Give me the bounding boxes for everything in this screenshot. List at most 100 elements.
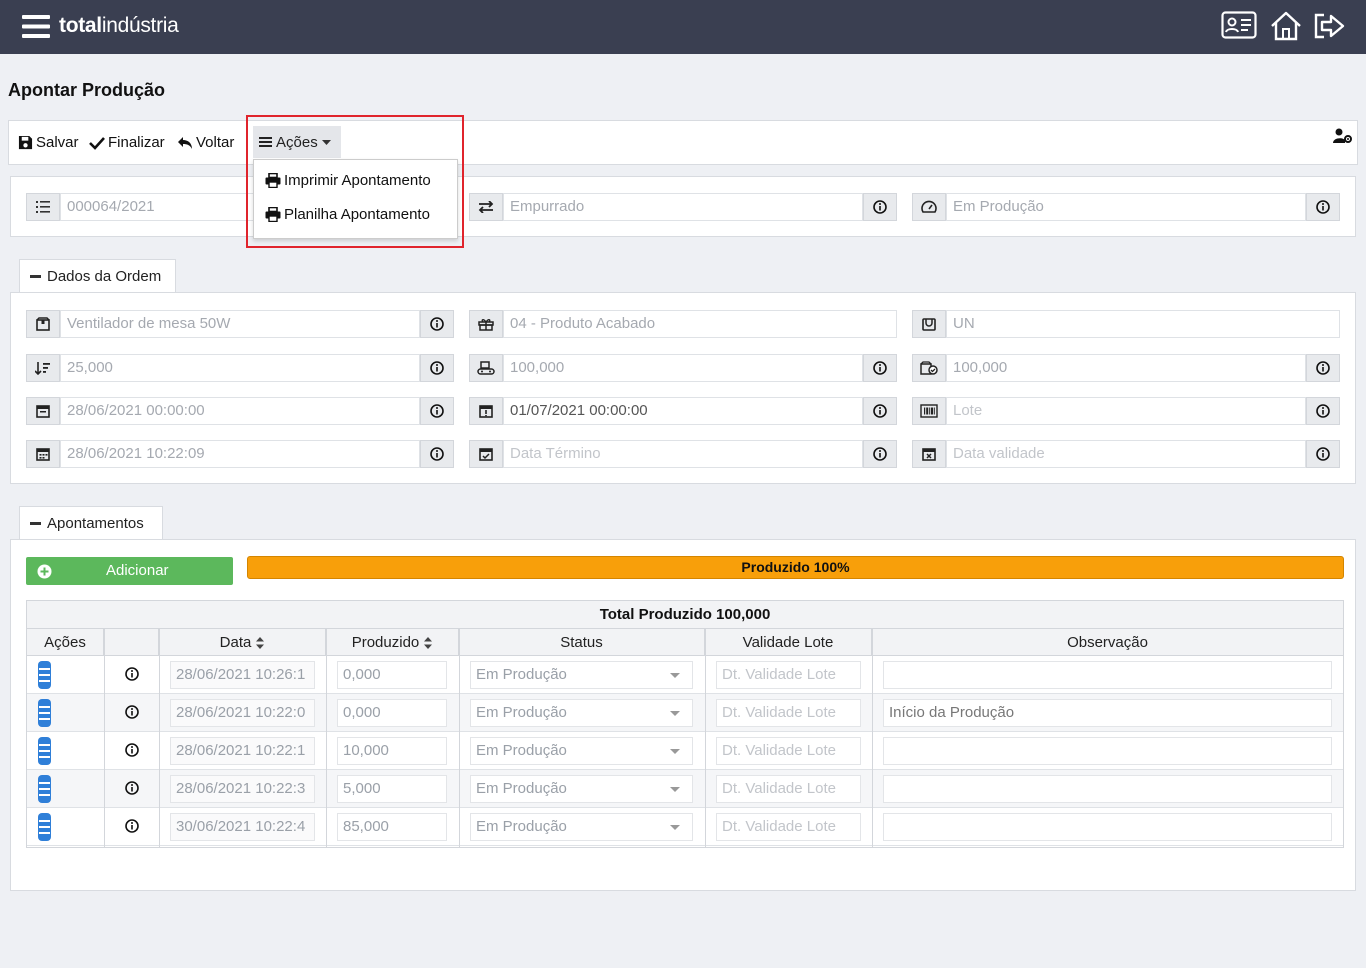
info-icon[interactable] [125,705,139,719]
min-qty-field[interactable]: 25,000 [60,354,420,382]
info-icon[interactable] [1306,440,1340,468]
validity-field[interactable]: Data validade [946,440,1306,468]
start-planned-field[interactable]: 28/06/2021 00:00:00 [60,397,420,425]
row-produced[interactable]: 0,000 [337,699,447,727]
logout-icon[interactable] [1312,11,1346,41]
product-field[interactable]: Ventilador de mesa 50W [60,310,420,338]
qty-produce-field[interactable]: 100,000 [503,354,863,382]
status-group: Em Produção [912,193,1340,221]
table-title: Total Produzido 100,000 [27,601,1343,629]
info-icon[interactable] [420,440,454,468]
qty-produced-field[interactable]: 100,000 [946,354,1306,382]
row-actions-button[interactable] [38,813,51,841]
order-data-toggle[interactable]: Dados da Ordem [19,259,176,292]
info-icon[interactable] [125,667,139,681]
row-note[interactable] [883,737,1332,765]
check-icon [89,136,105,150]
status-field[interactable]: Em Produção [946,193,1306,221]
order-number-field[interactable]: 000064/2021 [60,193,256,221]
start-real-field[interactable]: 28/06/2021 10:22:09 [60,440,420,468]
row-date[interactable]: 30/06/2021 10:22:4 [170,813,315,841]
row-status: Em Produção [476,704,567,721]
end-planned-field[interactable]: 01/07/2021 00:00:00 [503,397,863,425]
info-icon[interactable] [863,354,897,382]
lot-field[interactable]: Lote [946,397,1306,425]
info-icon[interactable] [863,440,897,468]
row-validity[interactable]: Dt. Validade Lote [716,737,861,765]
info-icon[interactable] [420,397,454,425]
col-date[interactable]: Data [159,629,326,656]
select-arrow-icon [670,711,680,716]
info-icon[interactable] [863,397,897,425]
column-divider [459,629,460,847]
info-icon[interactable] [125,781,139,795]
row-produced[interactable]: 5,000 [337,775,447,803]
row-actions-button[interactable] [38,775,51,803]
end-real-field[interactable]: Data Término [503,440,863,468]
product-type-field[interactable]: 04 - Produto Acabado [503,310,897,338]
row-actions-button[interactable] [38,737,51,765]
profile-card-icon[interactable] [1221,11,1257,39]
page-title: Apontar Produção [8,80,166,100]
row-note[interactable] [883,775,1332,803]
home-icon[interactable] [1270,11,1302,41]
row-actions-button[interactable] [38,661,51,689]
row-note[interactable] [883,661,1332,689]
unit-group: UN [912,310,1340,338]
row-status-select[interactable]: Em Produção [470,737,693,765]
row-status: Em Produção [476,666,567,683]
menu-icon[interactable] [22,14,50,39]
row-status-select[interactable]: Em Produção [470,813,693,841]
user-settings-icon[interactable] [1333,128,1353,144]
add-record-button[interactable]: Adicionar [26,557,233,585]
row-date[interactable]: 28/06/2021 10:22:0 [170,699,315,727]
records-toggle[interactable]: Apontamentos [19,506,163,539]
info-icon[interactable] [1306,193,1340,221]
order-data-title: Dados da Ordem [47,267,162,285]
back-button[interactable]: Voltar [177,134,234,151]
row-status: Em Produção [476,780,567,797]
row-validity[interactable]: Dt. Validade Lote [716,775,861,803]
row-actions-button[interactable] [38,699,51,727]
row-validity[interactable]: Dt. Validade Lote [716,699,861,727]
row-note[interactable] [883,813,1332,841]
row-date[interactable]: 28/06/2021 10:22:3 [170,775,315,803]
save-button[interactable]: Salvar [18,134,79,151]
minus-icon [30,521,41,525]
row-status-select[interactable]: Em Produção [470,699,693,727]
row-status-select[interactable]: Em Produção [470,775,693,803]
box-check-icon [912,354,946,382]
row-produced[interactable]: 0,000 [337,661,447,689]
production-type-field[interactable]: Empurrado [503,193,863,221]
finish-button[interactable]: Finalizar [89,134,165,151]
row-produced[interactable]: 10,000 [337,737,447,765]
calendar-check-icon [469,440,503,468]
row-produced[interactable]: 85,000 [337,813,447,841]
row-status: Em Produção [476,818,567,835]
info-icon[interactable] [125,819,139,833]
row-date[interactable]: 28/06/2021 10:26:1 [170,661,315,689]
col-validity: Validade Lote [705,629,872,656]
info-icon[interactable] [863,193,897,221]
row-validity[interactable]: Dt. Validade Lote [716,661,861,689]
info-icon[interactable] [420,354,454,382]
weight-box-icon [912,310,946,338]
info-icon[interactable] [1306,397,1340,425]
row-validity[interactable]: Dt. Validade Lote [716,813,861,841]
column-divider [104,629,105,847]
col-produced[interactable]: Produzido [326,629,459,656]
back-label: Voltar [196,134,235,151]
info-icon[interactable] [1306,354,1340,382]
save-icon [18,135,33,150]
table-row: 28/06/2021 10:26:1 0,000 Em Produção Dt. Va… [27,656,1343,694]
info-icon[interactable] [420,310,454,338]
row-date[interactable]: 28/06/2021 10:22:1 [170,737,315,765]
end-real-group: Data Término [469,440,897,468]
records-title: Apontamentos [47,514,144,532]
info-icon[interactable] [125,743,139,757]
row-status-select[interactable]: Em Produção [470,661,693,689]
unit-field[interactable]: UN [946,310,1340,338]
brand-logo[interactable]: totalindústria [59,14,179,38]
min-qty-group: 25,000 [26,354,454,382]
row-note[interactable]: Início da Produção [883,699,1332,727]
